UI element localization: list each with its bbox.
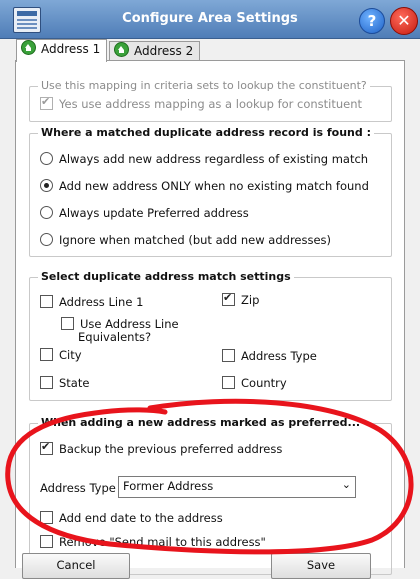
checkbox[interactable] bbox=[40, 440, 53, 455]
checkbox-label: Country bbox=[241, 376, 287, 390]
home-icon bbox=[21, 40, 36, 55]
checkbox-label: Address Line 1 bbox=[59, 295, 144, 309]
address-type-selected-value: Former Address bbox=[123, 479, 214, 493]
checkbox-label: Address Type bbox=[241, 349, 317, 363]
tab-label: Address 1 bbox=[41, 42, 101, 56]
checkbox[interactable] bbox=[40, 511, 53, 524]
checkbox-add-end-date[interactable]: Add end date to the address bbox=[40, 511, 223, 525]
checkbox-use-equivalents[interactable]: Use Address Line bbox=[61, 317, 179, 331]
radio-label: Always add new address regardless of exi… bbox=[59, 152, 369, 166]
checkbox[interactable] bbox=[40, 295, 53, 308]
radio-button[interactable] bbox=[40, 206, 53, 219]
checkbox-label: Backup the previous preferred address bbox=[59, 442, 283, 456]
save-button[interactable]: Save bbox=[271, 553, 371, 579]
window-title: Configure Area Settings bbox=[122, 11, 298, 26]
radio-button[interactable] bbox=[40, 233, 53, 246]
radio-label: Ignore when matched (but add new address… bbox=[59, 233, 332, 247]
lookup-checkbox-row[interactable]: Yes use address mapping as a lookup for … bbox=[40, 95, 363, 111]
radio-update-preferred[interactable]: Always update Preferred address bbox=[40, 206, 249, 220]
help-icon[interactable]: ? bbox=[359, 8, 385, 34]
checkbox[interactable] bbox=[222, 349, 235, 362]
save-label: Save bbox=[306, 558, 336, 572]
checkbox-label: Remove "Send mail to this address" bbox=[59, 535, 266, 549]
checkbox[interactable] bbox=[40, 376, 53, 389]
close-icon[interactable]: ✕ bbox=[390, 7, 418, 35]
checkbox[interactable] bbox=[40, 535, 53, 548]
lookup-checkbox-label: Yes use address mapping as a lookup for … bbox=[59, 97, 363, 111]
checkbox-label: Zip bbox=[241, 293, 260, 307]
duplicate-group-title: Where a matched duplicate address record… bbox=[38, 126, 374, 139]
checkbox[interactable] bbox=[40, 348, 53, 361]
radio-label: Add new address ONLY when no existing ma… bbox=[59, 179, 369, 193]
tab-address-1[interactable]: Address 1 bbox=[16, 39, 108, 62]
tab-address-2[interactable]: Address 2 bbox=[109, 41, 201, 61]
checkbox[interactable] bbox=[222, 291, 235, 306]
address-type-dropdown[interactable]: Former Address ⌄ bbox=[118, 476, 356, 498]
address-type-label: Address Type bbox=[40, 481, 116, 495]
match-group-title: Select duplicate address match settings bbox=[38, 270, 294, 283]
checkbox-label: Use Address Line bbox=[80, 317, 179, 331]
checkbox-state[interactable]: State bbox=[40, 376, 89, 390]
checkbox-label: City bbox=[59, 348, 82, 362]
lookup-group-title: Use this mapping in criteria sets to loo… bbox=[38, 79, 370, 92]
preferred-group-title: When adding a new address marked as pref… bbox=[38, 416, 364, 429]
radio-button[interactable] bbox=[40, 152, 53, 165]
checkbox-label: State bbox=[59, 376, 90, 390]
tab-strip: Address 1 Address 2 bbox=[0, 38, 420, 62]
radio-always-add[interactable]: Always add new address regardless of exi… bbox=[40, 152, 368, 166]
cancel-button[interactable]: Cancel bbox=[22, 553, 130, 579]
checkbox-city[interactable]: City bbox=[40, 348, 82, 362]
chevron-down-icon: ⌄ bbox=[341, 478, 351, 491]
checkbox-backup-preferred[interactable]: Backup the previous preferred address bbox=[40, 440, 283, 456]
lookup-checkbox[interactable] bbox=[40, 95, 53, 110]
checkbox-address-line-1[interactable]: Address Line 1 bbox=[40, 295, 143, 309]
checkbox[interactable] bbox=[61, 317, 74, 330]
cancel-label: Cancel bbox=[56, 558, 96, 572]
tab-label: Address 2 bbox=[134, 44, 194, 58]
title-bar: Configure Area Settings ? ✕ bbox=[0, 0, 420, 39]
radio-button[interactable] bbox=[40, 179, 53, 192]
checkbox-use-equivalents-label-2: Equivalents? bbox=[78, 330, 152, 344]
radio-ignore-matched[interactable]: Ignore when matched (but add new address… bbox=[40, 233, 331, 247]
checkbox-address-type[interactable]: Address Type bbox=[222, 349, 317, 363]
radio-add-only-no-match[interactable]: Add new address ONLY when no existing ma… bbox=[40, 179, 369, 193]
radio-label: Always update Preferred address bbox=[59, 206, 249, 220]
checkbox-label: Add end date to the address bbox=[59, 511, 223, 525]
home-icon bbox=[114, 42, 129, 57]
checkbox-remove-send-mail[interactable]: Remove "Send mail to this address" bbox=[40, 535, 266, 549]
checkbox[interactable] bbox=[222, 376, 235, 389]
checkbox-country[interactable]: Country bbox=[222, 376, 287, 390]
checkbox-zip[interactable]: Zip bbox=[222, 291, 260, 307]
